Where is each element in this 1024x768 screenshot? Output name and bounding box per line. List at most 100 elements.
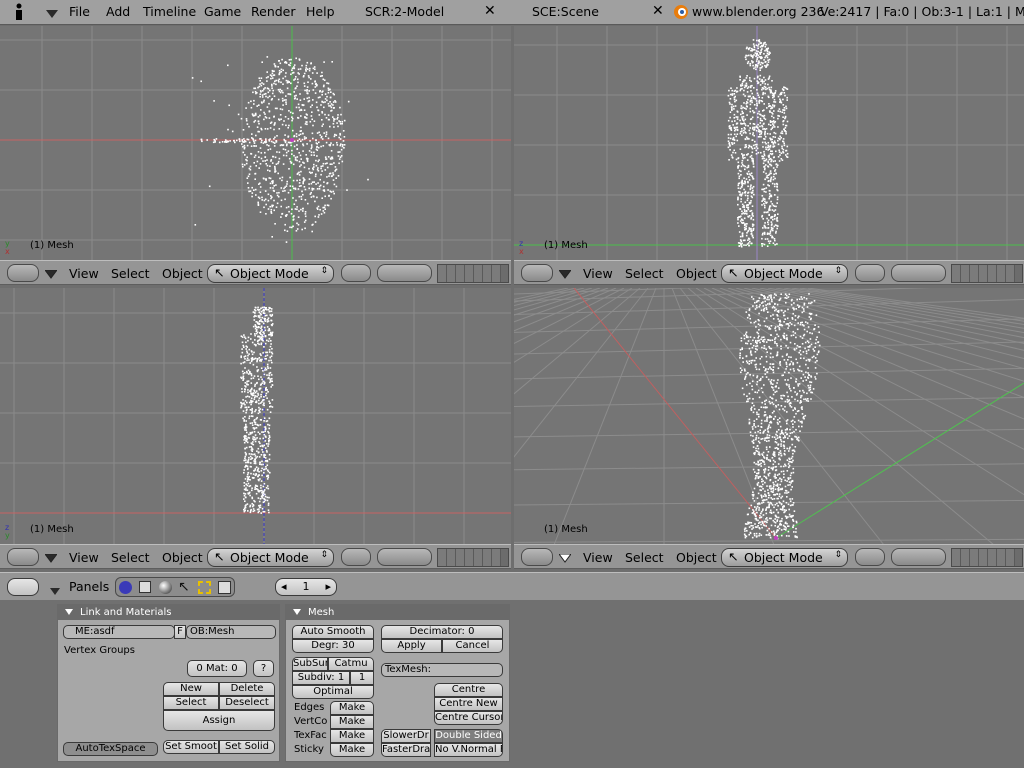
subdiv-field[interactable]: Subdiv: 1	[292, 671, 350, 685]
window-type-button[interactable]	[521, 264, 553, 282]
editing-icon[interactable]	[198, 581, 211, 594]
material-deselect-button[interactable]: Deselect	[219, 696, 275, 710]
texfac-make-button[interactable]: Make	[330, 729, 374, 743]
autotexspace-toggle[interactable]: AutoTexSpace	[63, 742, 158, 756]
set-solid-button[interactable]: Set Solid	[219, 740, 275, 754]
viewport-perspective[interactable]: (1) Mesh	[514, 288, 1024, 545]
menu-view[interactable]: View	[69, 266, 99, 281]
slower-draw-button[interactable]: SlowerDr	[381, 729, 431, 743]
pivot-button[interactable]	[891, 548, 946, 566]
screen-close-icon[interactable]: ✕	[484, 3, 496, 19]
double-sided-toggle[interactable]: Double Sided	[434, 729, 503, 743]
draw-type-button[interactable]	[855, 548, 885, 566]
sticky-make-button[interactable]: Make	[330, 743, 374, 757]
scene-selector[interactable]: SCE:Scene	[532, 4, 599, 19]
frame-decrement-icon[interactable]: ◂	[281, 579, 287, 595]
no-vnormal-flip-toggle[interactable]: No V.Normal Fl	[434, 743, 503, 757]
logic-icon[interactable]	[119, 581, 132, 594]
menu-select[interactable]: Select	[625, 266, 664, 281]
menu-select[interactable]: Select	[111, 550, 150, 565]
material-index-field[interactable]: 0 Mat: 0	[187, 660, 247, 677]
decimator-field[interactable]: Decimator: 0	[381, 625, 503, 639]
object-icon[interactable]: ↖	[178, 579, 190, 595]
mode-selector[interactable]: ↖ Object Mode ⇕	[207, 548, 334, 567]
material-assign-button[interactable]: Assign	[163, 710, 275, 731]
mode-selector[interactable]: ↖ Object Mode ⇕	[207, 264, 334, 283]
frame-number-field[interactable]: ◂ 1 ▸	[275, 578, 337, 596]
degree-field[interactable]: Degr: 30	[292, 639, 374, 653]
pivot-button[interactable]	[377, 548, 432, 566]
menu-game[interactable]: Game	[204, 4, 241, 19]
menu-view[interactable]: View	[583, 550, 613, 565]
screen-selector[interactable]: SCR:2-Model	[365, 4, 444, 19]
draw-type-button[interactable]	[855, 264, 885, 282]
faster-draw-button[interactable]: FasterDra	[381, 743, 431, 757]
viewport-top-left[interactable]: y x (1) Mesh	[0, 26, 511, 261]
menu-object[interactable]: Object	[676, 266, 717, 281]
menu-help[interactable]: Help	[306, 4, 335, 19]
material-new-button[interactable]: New	[163, 682, 219, 696]
layer-buttons[interactable]	[951, 548, 1023, 567]
viewport-bottom-left[interactable]: z y (1) Mesh	[0, 288, 511, 545]
material-delete-button[interactable]: Delete	[219, 682, 275, 696]
decimator-cancel-button[interactable]: Cancel	[442, 639, 503, 653]
fake-user-button[interactable]: F	[174, 625, 186, 639]
edges-make-button[interactable]: Make	[330, 701, 374, 715]
frame-increment-icon[interactable]: ▸	[325, 579, 331, 595]
shading-icon[interactable]	[159, 581, 172, 594]
header-collapse-icon[interactable]	[44, 268, 58, 282]
header-collapse-icon[interactable]	[44, 552, 58, 566]
decimator-apply-button[interactable]: Apply	[381, 639, 442, 653]
set-smooth-button[interactable]: Set Smoot	[163, 740, 219, 754]
subsurf-type-menu[interactable]: Catmu	[328, 657, 374, 671]
menu-file[interactable]: File	[69, 4, 90, 19]
render-subdiv-field[interactable]: 1	[350, 671, 374, 685]
material-help-button[interactable]: ?	[253, 660, 274, 677]
layer-buttons[interactable]	[437, 548, 509, 567]
chevron-down-icon[interactable]	[46, 8, 58, 22]
centre-cursor-button[interactable]: Centre Cursor	[434, 711, 503, 725]
object-name-field[interactable]: OB:Mesh	[186, 625, 276, 639]
menu-object[interactable]: Object	[162, 550, 203, 565]
viewport-top-right[interactable]: z x (1) Mesh	[514, 26, 1024, 261]
optimal-toggle[interactable]: Optimal	[292, 685, 374, 699]
pivot-button[interactable]	[377, 264, 432, 282]
menu-timeline[interactable]: Timeline	[143, 4, 196, 19]
texmesh-field[interactable]: TexMesh:	[381, 663, 503, 677]
info-icon[interactable]	[13, 3, 25, 24]
chevron-down-icon[interactable]	[50, 584, 60, 598]
mode-selector[interactable]: ↖ Object Mode ⇕	[721, 548, 848, 567]
menu-select[interactable]: Select	[625, 550, 664, 565]
menu-render[interactable]: Render	[251, 4, 296, 19]
mesh-name-field[interactable]: ME:asdf	[63, 625, 175, 639]
subsurf-toggle[interactable]: SubSur	[292, 657, 328, 671]
window-type-button[interactable]	[7, 264, 39, 282]
header-collapse-icon[interactable]	[558, 552, 572, 566]
panel-title[interactable]: Mesh	[286, 605, 509, 620]
menu-view[interactable]: View	[583, 266, 613, 281]
panels-menu[interactable]: Panels	[69, 579, 109, 594]
layer-buttons[interactable]	[437, 264, 509, 283]
menu-select[interactable]: Select	[111, 266, 150, 281]
layer-buttons[interactable]	[951, 264, 1023, 283]
menu-view[interactable]: View	[69, 550, 99, 565]
draw-type-button[interactable]	[341, 264, 371, 282]
pivot-button[interactable]	[891, 264, 946, 282]
vertco-make-button[interactable]: Make	[330, 715, 374, 729]
menu-object[interactable]: Object	[162, 266, 203, 281]
mode-selector[interactable]: ↖ Object Mode ⇕	[721, 264, 848, 283]
window-type-button[interactable]	[7, 548, 39, 566]
centre-button[interactable]: Centre	[434, 683, 503, 697]
window-type-button[interactable]	[7, 578, 39, 596]
script-icon[interactable]	[139, 581, 151, 593]
auto-smooth-toggle[interactable]: Auto Smooth	[292, 625, 374, 639]
centre-new-button[interactable]: Centre New	[434, 697, 503, 711]
menu-object[interactable]: Object	[676, 550, 717, 565]
scene-close-icon[interactable]: ✕	[652, 3, 664, 19]
draw-type-button[interactable]	[341, 548, 371, 566]
panel-title[interactable]: Link and Materials	[58, 605, 279, 620]
material-select-button[interactable]: Select	[163, 696, 219, 710]
menu-add[interactable]: Add	[106, 4, 130, 19]
window-type-button[interactable]	[521, 548, 553, 566]
header-collapse-icon[interactable]	[558, 268, 572, 282]
